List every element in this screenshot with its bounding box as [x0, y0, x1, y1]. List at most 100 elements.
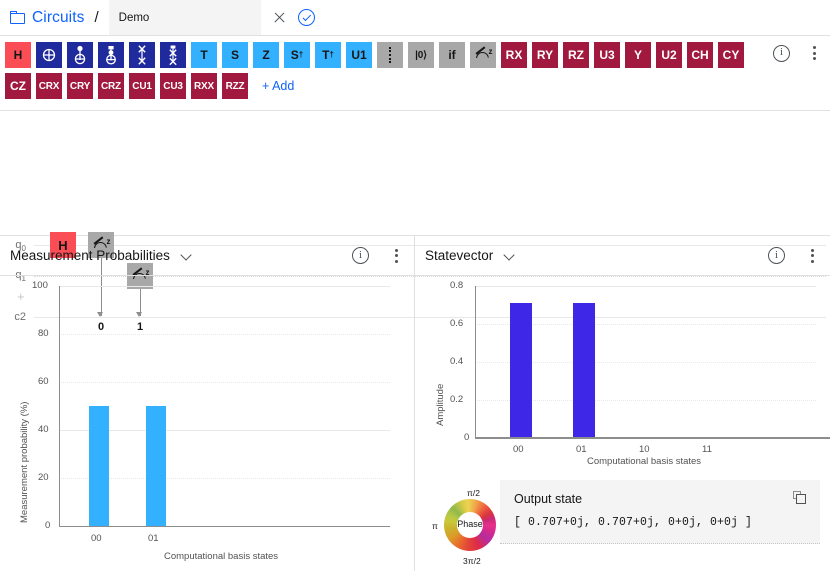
gate-s[interactable]: S [222, 42, 248, 68]
gate-cx-ctrl[interactable] [67, 42, 93, 68]
x-tick-label: 00 [513, 444, 524, 455]
gate-u1[interactable]: U1 [346, 42, 372, 68]
gate-u2[interactable]: U2 [656, 42, 682, 68]
close-icon[interactable] [273, 11, 286, 24]
output-state-box: Output state [ 0.707+0j, 0.707+0j, 0+0j,… [500, 480, 820, 544]
gate-0[interactable]: |0⟩ [408, 42, 434, 68]
gate-cx[interactable] [36, 42, 62, 68]
cnot-icon [106, 46, 116, 65]
y-tick-label: 0.4 [450, 356, 464, 367]
gate-y[interactable]: Y [625, 42, 651, 68]
x-tick-label: 10 [639, 444, 650, 455]
chevron-down-icon[interactable] [181, 250, 192, 261]
gate-cry[interactable]: CRY [67, 73, 93, 99]
gate-palette: H T S Z S † T † U1 |0⟩ if z RX RY RZ U3 Y U2 CH CY CZ CRX CRY… [0, 36, 830, 111]
barrier-icon [389, 47, 391, 63]
gate-t[interactable]: T † [315, 42, 341, 68]
folder-icon [10, 11, 25, 24]
measurement-panel-header: Measurement Probabilities [0, 236, 414, 276]
breadcrumb-circuits-link[interactable]: Circuits [32, 9, 84, 27]
x-axis-line [59, 526, 390, 527]
cnot-icon [42, 48, 56, 62]
output-state-value: [ 0.707+0j, 0.707+0j, 0+0j, 0+0j ] [514, 516, 753, 529]
statevector-x-axis-title: Computational basis states [587, 456, 702, 467]
gate-cy[interactable]: CY [718, 42, 744, 68]
y-tick-label: 20 [38, 472, 49, 483]
results-panels: Measurement Probabilities Measurement pr… [0, 236, 830, 571]
gridline [475, 286, 816, 287]
x-axis-line [475, 437, 830, 439]
phase-label-top: π/2 [467, 488, 480, 498]
output-state-title: Output state [514, 492, 583, 506]
y-axis-line [59, 286, 60, 527]
x-tick-label: 11 [702, 444, 712, 455]
gate-ry[interactable]: RY [532, 42, 558, 68]
swap-icon [138, 45, 146, 65]
check-circle-icon[interactable] [297, 9, 315, 26]
statevector-panel-title: Statevector [425, 248, 494, 263]
y-tick-label: 100 [32, 280, 48, 291]
info-icon[interactable] [773, 44, 790, 62]
gate-rz[interactable]: RZ [563, 42, 589, 68]
gate-cswap[interactable] [160, 42, 186, 68]
overflow-menu-icon[interactable] [806, 44, 822, 62]
gate-if[interactable]: if [439, 42, 465, 68]
measurement-probabilities-panel: Measurement Probabilities Measurement pr… [0, 236, 415, 571]
gridline [59, 382, 390, 383]
gate-h[interactable]: H [5, 42, 31, 68]
info-icon[interactable] [768, 247, 785, 264]
measurement-panel-actions [352, 247, 404, 265]
gate-crz[interactable]: CRZ [98, 73, 124, 99]
overflow-menu-icon[interactable] [804, 247, 820, 265]
gate-s[interactable]: S † [284, 42, 310, 68]
info-icon[interactable] [352, 247, 369, 264]
gate-cu3[interactable]: CU3 [160, 73, 186, 99]
breadcrumb: Circuits / [0, 0, 109, 35]
copy-icon[interactable] [793, 491, 809, 507]
gridline [59, 334, 390, 335]
gate-ch[interactable]: CH [687, 42, 713, 68]
measurement-panel-title: Measurement Probabilities [10, 248, 170, 263]
top-bar: Circuits / Demo [0, 0, 830, 36]
gate-measure[interactable]: z [470, 42, 496, 68]
x-tick-label: 01 [148, 533, 159, 544]
bar-01[interactable] [146, 406, 166, 526]
add-gate-button[interactable]: + Add [262, 79, 294, 93]
statevector-panel-actions [768, 247, 820, 265]
phase-label-bottom: 3π/2 [463, 556, 481, 566]
measurement-y-axis-title: Measurement probability (%) [19, 401, 30, 523]
overflow-menu-icon[interactable] [388, 247, 404, 265]
circuit-name-tab[interactable]: Demo [108, 0, 261, 35]
gate-barrier[interactable] [377, 42, 403, 68]
gate-rx[interactable]: RX [501, 42, 527, 68]
x-tick-label: 01 [576, 444, 587, 455]
bar-00[interactable] [510, 303, 532, 437]
gate-palette-row-2: CZ CRX CRY CRZ CU1 CU3 RXX RZZ + Add [5, 73, 824, 99]
phase-wheel-center-label: Phase [457, 519, 483, 529]
gate-t[interactable]: T [191, 42, 217, 68]
topbar-actions [261, 0, 325, 35]
palette-actions [773, 44, 822, 62]
gate-cu1[interactable]: CU1 [129, 73, 155, 99]
bar-00[interactable] [89, 406, 109, 526]
gate-rzz[interactable]: RZZ [222, 73, 248, 99]
chevron-down-icon[interactable] [504, 250, 515, 261]
gate-cz[interactable]: CZ [5, 73, 31, 99]
measure-icon: z [475, 45, 493, 62]
gate-u3[interactable]: U3 [594, 42, 620, 68]
gate-rxx[interactable]: RXX [191, 73, 217, 99]
y-tick-label: 0 [45, 520, 51, 531]
circuit-canvas[interactable]: q0 q1 + c2 H z 0 z 1 [0, 111, 830, 333]
gate-ccx[interactable] [98, 42, 124, 68]
statevector-y-axis-title: Amplitude [435, 383, 446, 426]
y-tick-label: 80 [38, 328, 49, 339]
swap-icon [169, 45, 177, 66]
gate-z[interactable]: Z [253, 42, 279, 68]
gate-crx[interactable]: CRX [36, 73, 62, 99]
gate-swap[interactable] [129, 42, 155, 68]
y-tick-label: 0 [464, 432, 470, 443]
y-tick-label: 40 [38, 424, 49, 435]
phase-label-left: π [432, 521, 438, 531]
statevector-chart: Amplitude Computational basis states 0.8… [415, 276, 830, 467]
bar-01[interactable] [573, 303, 595, 437]
